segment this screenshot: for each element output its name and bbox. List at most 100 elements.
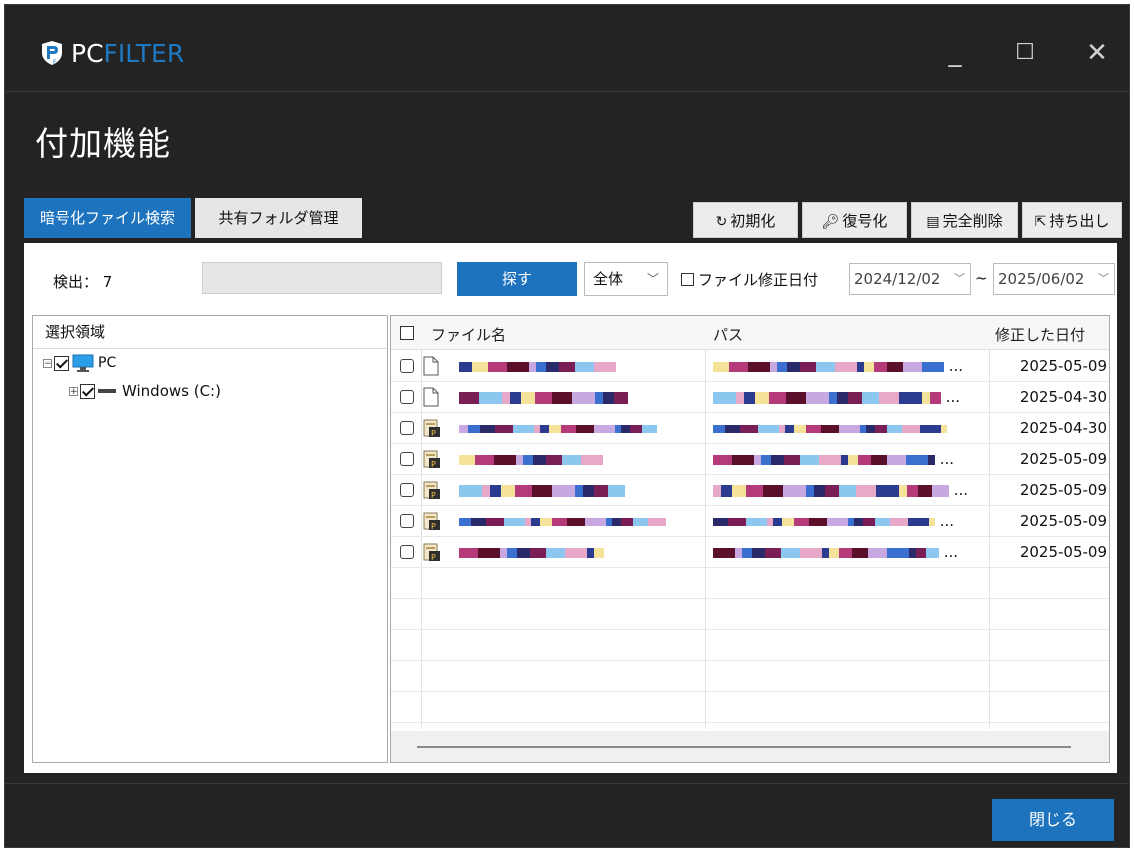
table-row[interactable]: P ... 2025-05-09 [391,474,1109,506]
encrypted-file-icon: P [423,480,441,504]
brand-part1: PC [71,38,104,68]
scope-select[interactable]: 全体 ﹀ [584,262,668,296]
export-label: 持ち出し [1049,212,1110,230]
date-from-picker[interactable]: 2024/12/02 ﹀ [849,263,971,295]
file-name-cell [459,357,694,375]
file-name-cell [459,512,694,530]
brand-name: PCFILTER [71,39,184,68]
expand-icon[interactable]: + [69,386,78,396]
path-ellipsis: ... [935,512,955,530]
file-path-cell: ... [713,450,977,468]
svg-text:F: F [53,59,57,66]
select-all-checkbox[interactable] [400,326,414,340]
tab-shared-folder-management[interactable]: 共有フォルダ管理 [195,198,362,238]
svg-text:P: P [431,460,436,469]
path-ellipsis: ... [935,450,955,468]
close-window-button[interactable]: ✕ [1079,35,1115,71]
scrollbar-thumb[interactable] [417,746,1071,748]
page-title: 付加機能 [35,124,171,163]
file-date-cell: 2025-05-09 [1019,543,1107,561]
empty-row [391,691,1109,723]
date-to-picker[interactable]: 2025/06/02 ﹀ [993,263,1115,295]
file-date-cell: 2025-05-09 [1019,357,1107,375]
file-path-cell: ... [713,481,977,499]
chevron-down-icon: ﹀ [646,272,659,286]
drive-icon [98,389,116,393]
empty-row [391,567,1109,599]
file-date-cell: 2025-04-30 [1019,388,1107,406]
detect-count: 検出： 7 [53,273,113,291]
maximize-icon: ☐ [1015,40,1035,65]
main-panel: 検出： 7 探す 全体 ﹀ ファイル修正日付 2024/12/02 ﹀ ~ 20… [24,243,1117,773]
row-checkbox[interactable] [400,421,414,435]
tree-node-windows-c[interactable]: + Windows (C:) [69,382,221,400]
close-icon: ✕ [1086,38,1108,68]
col-date-header[interactable]: 修正した日付 [995,324,1085,345]
table-row[interactable]: ... 2025-04-30 [391,381,1109,413]
title-bar: F PCFILTER _ ☐ ✕ [5,5,1129,92]
date-from-value: 2024/12/02 [854,270,941,288]
footer-divider [5,783,1129,784]
blank-file-icon [423,356,439,380]
date-filter-checkbox[interactable]: ファイル修正日付 [681,269,818,290]
checkbox-box [681,273,694,286]
chevron-down-icon: ﹀ [954,272,965,285]
shred-icon: ▤ [926,214,940,230]
table-row[interactable]: P ... 2025-05-09 [391,443,1109,475]
shield-logo-icon: F [42,41,62,66]
svg-text:P: P [431,522,436,531]
tree-node-pc[interactable]: − PC [43,354,116,372]
minimize-button[interactable]: _ [937,35,973,71]
empty-row [391,660,1109,692]
drive-checkbox[interactable] [80,383,95,399]
row-checkbox[interactable] [400,545,414,559]
col-name-header[interactable]: ファイル名 [431,324,506,345]
minimize-icon: _ [948,38,962,68]
row-checkbox[interactable] [400,514,414,528]
encrypted-file-icon: P [423,449,441,473]
file-path-cell: ... [713,543,977,561]
path-ellipsis: ... [949,481,969,499]
export-button[interactable]: ⇱ 持ち出し [1022,202,1122,238]
file-name-cell [459,543,694,561]
date-filter-label: ファイル修正日付 [698,271,819,289]
encrypted-file-icon: P [423,542,441,566]
monitor-icon [72,354,94,372]
pc-label: PC [98,355,117,371]
maximize-button[interactable]: ☐ [1007,35,1043,71]
encrypted-file-icon: P [423,418,441,442]
export-icon: ⇱ [1034,214,1047,230]
date-to-value: 2025/06/02 [998,270,1085,288]
close-button[interactable]: 閉じる [992,799,1114,841]
table-row[interactable]: P 2025-04-30 [391,412,1109,444]
reset-button[interactable]: ↻ 初期化 [693,202,798,238]
encrypted-file-icon: P [423,511,441,535]
search-input[interactable] [202,262,442,294]
row-checkbox[interactable] [400,390,414,404]
table-row[interactable]: ... 2025-05-09 [391,350,1109,382]
decrypt-label: 復号化 [842,212,888,230]
search-button[interactable]: 探す [457,262,577,296]
table-row[interactable]: P ... 2025-05-09 [391,505,1109,537]
date-range-separator: ~ [975,269,988,287]
horizontal-scrollbar[interactable] [391,731,1109,762]
row-checkbox[interactable] [400,452,414,466]
table-row[interactable]: P ... 2025-05-09 [391,536,1109,568]
tree-header: 選択領域 [33,316,387,349]
file-name-cell [459,419,694,437]
decrypt-button[interactable]: 🔑︎ 復号化 [802,202,907,238]
collapse-icon[interactable]: − [43,358,52,368]
secure-delete-button[interactable]: ▤ 完全削除 [911,202,1018,238]
pc-checkbox[interactable] [54,355,69,371]
file-name-cell [459,481,694,499]
tab-encrypted-file-search[interactable]: 暗号化ファイル検索 [24,198,191,238]
svg-text:P: P [431,553,436,562]
row-checkbox[interactable] [400,359,414,373]
row-checkbox[interactable] [400,483,414,497]
file-date-cell: 2025-04-30 [1019,419,1107,437]
file-path-cell: ... [713,512,977,530]
drive-label: Windows (C:) [122,382,221,400]
scope-value: 全体 [593,270,624,288]
col-path-header[interactable]: パス [713,324,743,345]
path-ellipsis: ... [939,543,959,561]
